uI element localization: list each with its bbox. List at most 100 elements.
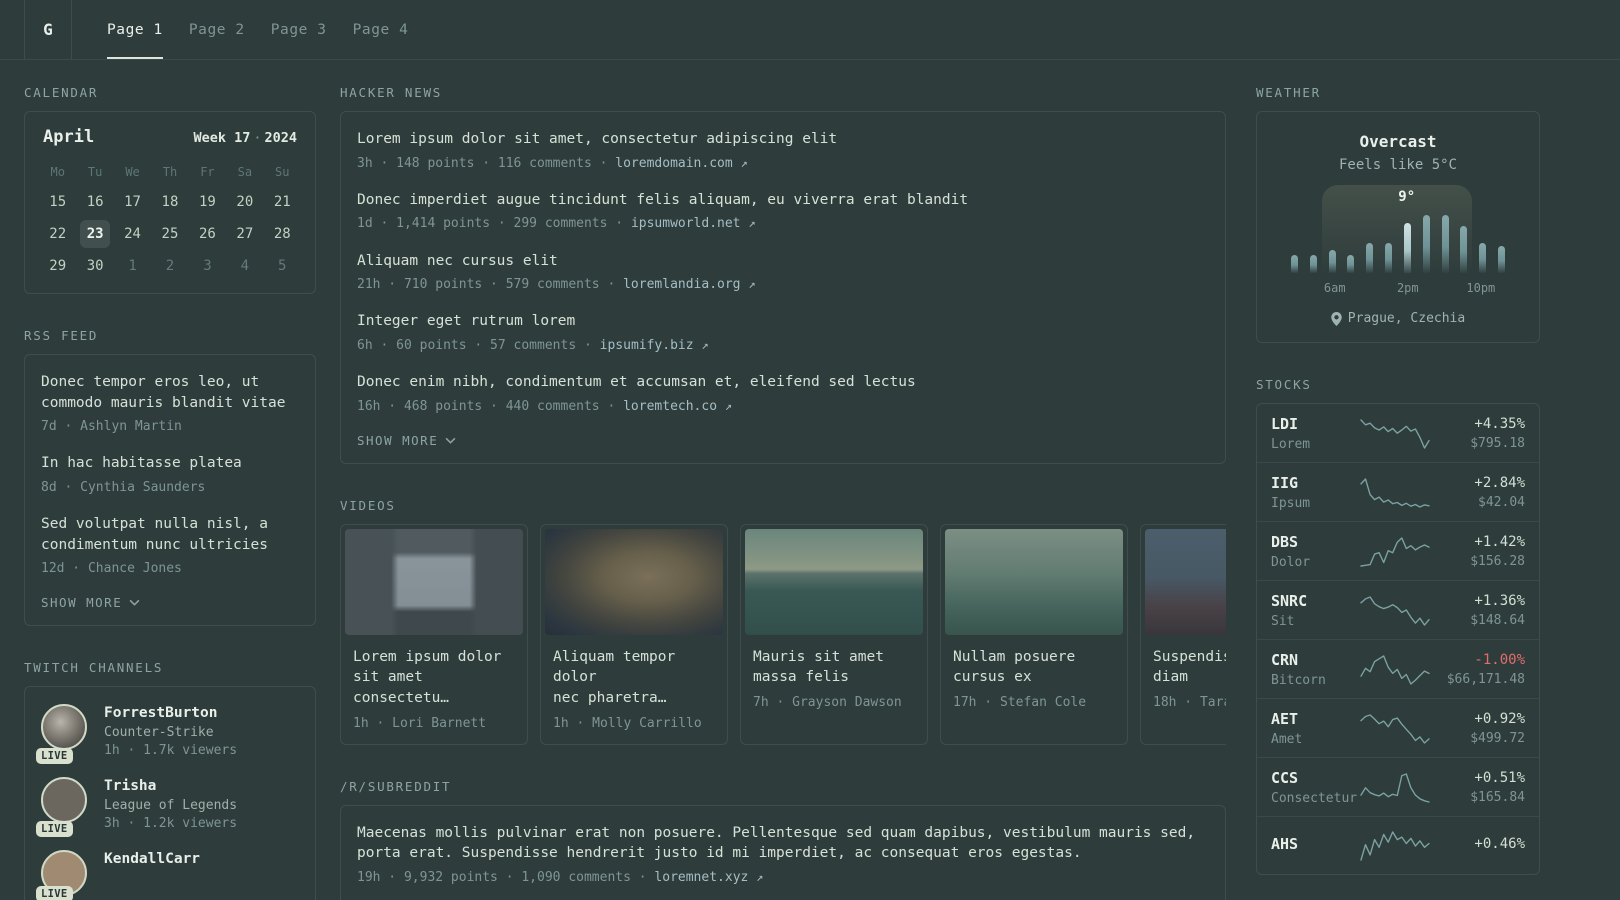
twitch-channel-row[interactable]: LIVE KendallCarr bbox=[36, 850, 299, 900]
weather-widget-header: WEATHER bbox=[1256, 85, 1321, 100]
stock-row: IIG Ipsum +2.84% $42.04 bbox=[1257, 462, 1539, 521]
app-logo[interactable]: G bbox=[24, 0, 72, 59]
stock-sparkline bbox=[1360, 595, 1430, 626]
weather-location[interactable]: Prague, Czechia bbox=[1271, 311, 1525, 326]
video-title-link[interactable]: Mauris sit amet massa felis bbox=[753, 647, 915, 688]
stock-change-percent: +1.36% bbox=[1474, 593, 1525, 609]
story-domain: loremdomain.com bbox=[615, 155, 733, 171]
weather-location-label: Prague, Czechia bbox=[1347, 311, 1466, 326]
stock-sparkline bbox=[1360, 772, 1430, 803]
nav-page-tab[interactable]: Page 1 bbox=[94, 0, 176, 59]
current-temperature-label: 9° bbox=[1398, 189, 1416, 205]
calendar-day: 20 bbox=[236, 194, 254, 210]
story-domain-link[interactable]: loremtech.co ↗ bbox=[623, 399, 732, 414]
story-domain-link[interactable]: ipsumify.biz ↗ bbox=[600, 338, 709, 353]
video-card[interactable]: Nullam posuere cursus ex 17h · Stefan Co… bbox=[940, 523, 1128, 745]
stock-sparkline bbox=[1360, 536, 1430, 567]
story-domain-link[interactable]: loremdomain.com ↗ bbox=[615, 156, 747, 171]
channel-avatar bbox=[41, 704, 87, 751]
story-stats: 1d · 1,414 points · 299 comments · bbox=[357, 216, 631, 232]
rss-show-more-button[interactable]: SHOW MORE bbox=[41, 595, 299, 610]
calendar-month: April bbox=[43, 127, 95, 147]
story-title-link[interactable]: Donec enim nibh, condimentum et accumsan… bbox=[357, 372, 1209, 393]
weather-time-label: 6am bbox=[1323, 281, 1346, 295]
calendar-day: 2 bbox=[165, 258, 175, 274]
video-title-link[interactable]: Lorem ipsum dolor sit amet consectetu… bbox=[353, 647, 515, 709]
video-title-line1: Aliquam tempor dolor bbox=[553, 648, 676, 686]
nav-page-tab[interactable]: Page 2 bbox=[176, 0, 258, 59]
rss-item: Sed volutpat nulla nisl, a condimentum n… bbox=[41, 514, 299, 578]
rss-item-title-link[interactable]: In hac habitasse platea bbox=[41, 453, 299, 474]
video-card[interactable]: Lorem ipsum dolor sit amet consectetu… 1… bbox=[340, 523, 528, 745]
weather-bar bbox=[1403, 223, 1411, 273]
twitch-channel-row[interactable]: LIVE Trisha League of Legends 3h · 1.2k … bbox=[36, 777, 299, 838]
story-meta: 16h · 468 points · 440 comments · loremt… bbox=[357, 398, 1209, 416]
calendar-year: 2024 bbox=[264, 130, 297, 146]
stock-symbol: CRN bbox=[1271, 651, 1299, 669]
stock-row: DBS Dolor +1.42% $156.28 bbox=[1257, 521, 1539, 580]
hackernews-list: Lorem ipsum dolor sit amet, consectetur … bbox=[357, 129, 1209, 416]
stock-name: Consectetur bbox=[1271, 791, 1358, 806]
stock-price: $499.72 bbox=[1470, 731, 1525, 746]
rss-item-title-link[interactable]: Donec tempor eros leo, ut commodo mauris… bbox=[41, 372, 299, 413]
story-domain-link[interactable]: loremlandia.org ↗ bbox=[623, 277, 755, 292]
video-card[interactable]: Mauris sit amet massa felis 7h · Grayson… bbox=[740, 523, 928, 745]
rss-item-title-link[interactable]: Sed volutpat nulla nisl, a condimentum n… bbox=[41, 514, 299, 555]
video-meta: 17h · Stefan Cole bbox=[953, 694, 1087, 710]
story-title-link[interactable]: Donec imperdiet augue tincidunt felis al… bbox=[357, 190, 1209, 211]
stock-price: $795.18 bbox=[1470, 436, 1525, 451]
channel-avatar bbox=[41, 777, 87, 824]
video-card[interactable]: Suspendisse diam 18h · Tara bbox=[1140, 523, 1226, 745]
stock-symbol: AHS bbox=[1271, 835, 1299, 853]
story-title-link[interactable]: Maecenas mollis pulvinar erat non posuer… bbox=[357, 823, 1209, 864]
calendar-day: 3 bbox=[203, 258, 212, 274]
video-card[interactable]: Aliquam tempor dolor nec pharetra… 1h · … bbox=[540, 523, 728, 745]
story-title-link[interactable]: Integer eget rutrum lorem bbox=[357, 311, 1209, 332]
nav-page-tab[interactable]: Page 4 bbox=[340, 0, 422, 59]
channel-name-link[interactable]: ForrestBurton bbox=[104, 705, 237, 721]
weather-bar bbox=[1479, 243, 1487, 273]
nav-page-tab-label: Page 3 bbox=[270, 21, 327, 38]
channel-name-link[interactable]: KendallCarr bbox=[104, 851, 200, 867]
calendar-day: 16 bbox=[86, 194, 104, 210]
calendar-day: 23 bbox=[76, 219, 113, 249]
calendar-day: 28 bbox=[273, 226, 291, 242]
rss-item: In hac habitasse platea 8d · Cynthia Sau… bbox=[41, 453, 299, 497]
stock-change-percent: -1.00% bbox=[1474, 652, 1525, 668]
video-title-link[interactable]: Nullam posuere cursus ex bbox=[953, 647, 1115, 688]
story-stats: 21h · 710 points · 579 comments · bbox=[357, 277, 624, 293]
nav-page-tab[interactable]: Page 3 bbox=[258, 0, 340, 59]
video-title-link[interactable]: Suspendisse diam bbox=[1153, 647, 1226, 688]
weather-condition: Overcast bbox=[1359, 132, 1437, 151]
story-title-link[interactable]: Aliquam nec cursus elit bbox=[357, 251, 1209, 272]
weather-bar bbox=[1309, 255, 1317, 273]
rss-item-meta: 8d · Cynthia Saunders bbox=[41, 479, 206, 495]
external-link-icon: ↗ bbox=[756, 869, 764, 884]
story-title-link[interactable]: Lorem ipsum dolor sit amet, consectetur … bbox=[357, 129, 1209, 150]
twitch-channel-row[interactable]: LIVE ForrestBurton Counter-Strike 1h · 1… bbox=[36, 704, 299, 765]
story-domain: ipsumworld.net bbox=[630, 216, 741, 232]
weather-time-label: 2pm bbox=[1396, 281, 1419, 295]
right-column: WEATHER Overcast Feels like 5°C 9° 6am 2… bbox=[1256, 85, 1540, 900]
stock-price: $66,171.48 bbox=[1446, 672, 1525, 687]
videos-widget: VIDEOS Lorem ipsum dolor sit amet consec… bbox=[340, 498, 1226, 745]
story-meta: 21h · 710 points · 579 comments · loreml… bbox=[357, 276, 1209, 294]
weather-widget: WEATHER Overcast Feels like 5°C 9° 6am 2… bbox=[1256, 85, 1540, 343]
calendar-card: April Week 17 · 2024 Mo Tu We Th Fr Sa Su … bbox=[24, 111, 316, 294]
top-nav: G Page 1 Page 2 Page 3 Page 4 bbox=[0, 0, 1620, 60]
subreddit-post-list: Maecenas mollis pulvinar erat non posuer… bbox=[357, 823, 1209, 887]
chevron-down-icon bbox=[129, 600, 140, 607]
show-more-label: SHOW MORE bbox=[41, 595, 123, 611]
story-domain-link[interactable]: loremnet.xyz ↗ bbox=[654, 870, 763, 885]
story-domain-link[interactable]: ipsumworld.net ↗ bbox=[631, 216, 756, 231]
stock-name: Sit bbox=[1271, 614, 1295, 629]
calendar-day: 25 bbox=[161, 226, 179, 242]
external-link-icon: ↗ bbox=[748, 216, 756, 231]
channel-name-link[interactable]: Trisha bbox=[104, 778, 237, 794]
story-item: Donec enim nibh, condimentum et accumsan… bbox=[357, 372, 1209, 416]
twitch-widget-header: TWITCH CHANNELS bbox=[24, 660, 164, 676]
stock-change-percent: +2.84% bbox=[1474, 475, 1525, 491]
video-title-link[interactable]: Aliquam tempor dolor nec pharetra… bbox=[553, 647, 715, 709]
hackernews-show-more-button[interactable]: SHOW MORE bbox=[357, 433, 1209, 448]
video-title-line2: sit amet consectetu… bbox=[353, 669, 450, 706]
